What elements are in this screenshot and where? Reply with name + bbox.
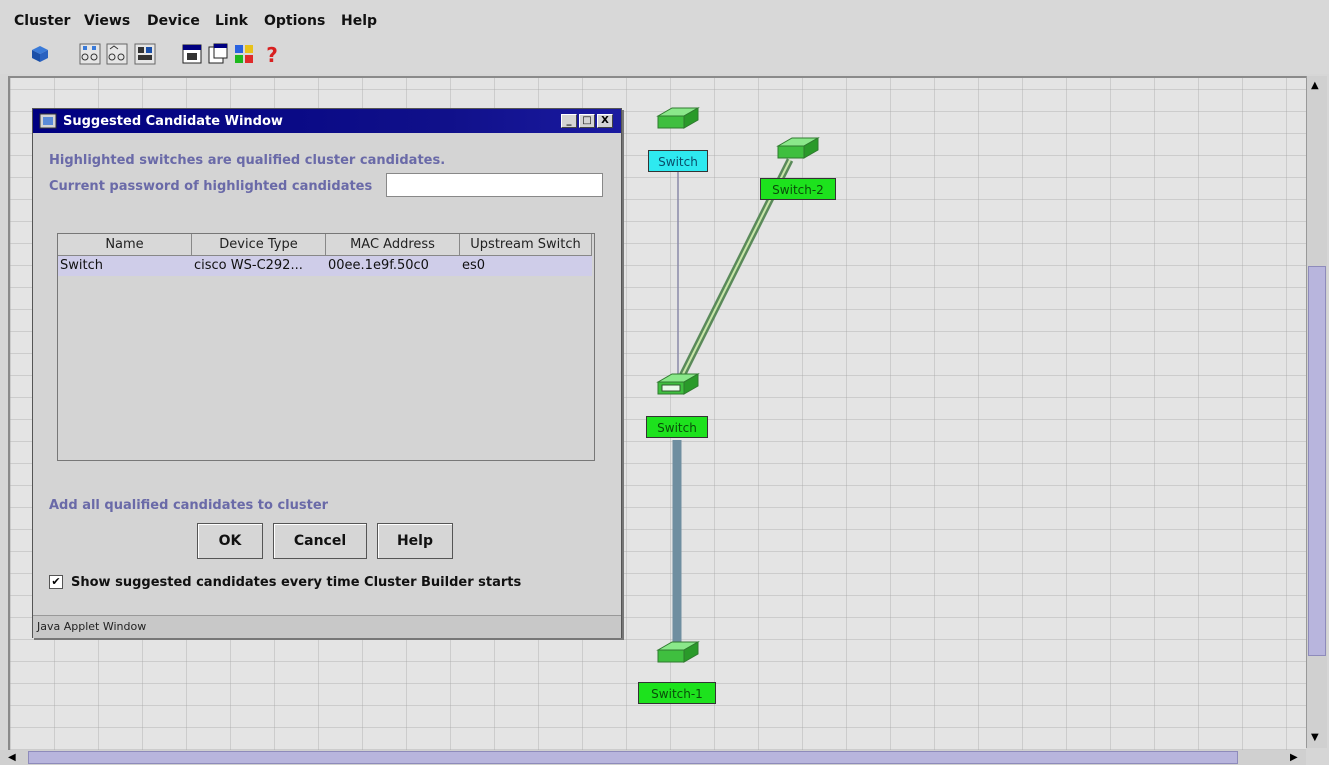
add-all-label: Add all qualified candidates to cluster — [49, 498, 329, 513]
menu-device[interactable]: Device — [147, 13, 200, 29]
vertical-scrollbar[interactable]: ▲ ▼ — [1306, 76, 1327, 748]
menu-cluster[interactable]: Cluster — [14, 13, 70, 29]
column-header-name[interactable]: Name — [58, 234, 192, 256]
show-candidates-label: Show suggested candidates every time Clu… — [71, 575, 522, 590]
menu-views[interactable]: Views — [84, 13, 130, 29]
node-label-switch-command[interactable]: Switch — [646, 416, 708, 438]
show-candidates-checkbox[interactable]: ✔ — [49, 575, 63, 589]
devices-icon[interactable] — [133, 42, 157, 66]
node-label-switch-2[interactable]: Switch-2 — [760, 178, 836, 200]
applet-status-text: Java Applet Window — [37, 620, 147, 633]
horizontal-scroll-thumb[interactable] — [28, 751, 1238, 764]
menu-help[interactable]: Help — [341, 13, 377, 29]
node-label-switch-1[interactable]: Switch-1 — [638, 682, 716, 704]
properties-icon[interactable] — [206, 42, 230, 66]
app-icon — [39, 113, 57, 129]
switch-1-icon[interactable] — [656, 638, 700, 668]
candidate-table: Name Device Type MAC Address Upstream Sw… — [57, 233, 595, 461]
scroll-left-icon[interactable]: ◀ — [8, 752, 16, 764]
cell-name: Switch — [60, 258, 103, 273]
applet-status-bar: Java Applet Window — [33, 615, 621, 638]
cancel-button[interactable]: Cancel — [273, 523, 367, 559]
menu-options[interactable]: Options — [264, 13, 325, 29]
cell-device-type: cisco WS-C292... — [194, 258, 303, 273]
vertical-scroll-thumb[interactable] — [1308, 266, 1326, 656]
table-row[interactable]: Switch cisco WS-C292... 00ee.1e9f.50c0 e… — [58, 256, 592, 276]
scroll-up-icon[interactable]: ▲ — [1311, 80, 1319, 92]
column-header-device-type[interactable]: Device Type — [192, 234, 326, 256]
window-icon[interactable] — [180, 42, 204, 66]
horizontal-scrollbar[interactable]: ◀ ▶ — [0, 750, 1306, 765]
help-icon[interactable]: ? — [260, 42, 284, 66]
toolbar: ? — [0, 38, 1329, 74]
node-label-switch-top[interactable]: Switch — [648, 150, 708, 172]
help-button[interactable]: Help — [377, 523, 453, 559]
legend-icon[interactable] — [232, 42, 256, 66]
svg-text:?: ? — [266, 43, 278, 66]
menu-bar: Cluster Views Device Link Options Help — [0, 0, 1329, 38]
close-button[interactable]: X — [597, 114, 613, 128]
dialog-titlebar[interactable]: Suggested Candidate Window _ □ X — [33, 109, 621, 133]
password-input[interactable] — [386, 173, 603, 197]
cell-mac-address: 00ee.1e9f.50c0 — [328, 258, 429, 273]
link-graph-2-icon[interactable] — [105, 42, 129, 66]
suggested-candidate-dialog: Suggested Candidate Window _ □ X Highlig… — [32, 108, 622, 638]
cell-upstream-switch: es0 — [462, 258, 486, 273]
switch-2-icon[interactable] — [776, 134, 820, 164]
switch-command-icon[interactable] — [656, 370, 700, 400]
scroll-down-icon[interactable]: ▼ — [1311, 732, 1319, 744]
scroll-right-icon[interactable]: ▶ — [1290, 752, 1298, 764]
switch-icon[interactable] — [656, 104, 700, 134]
column-header-upstream-switch[interactable]: Upstream Switch — [460, 234, 592, 256]
minimize-button[interactable]: _ — [561, 114, 577, 128]
column-header-mac-address[interactable]: MAC Address — [326, 234, 460, 256]
cluster-icon[interactable] — [28, 42, 52, 66]
dialog-title: Suggested Candidate Window — [63, 114, 283, 129]
info-text: Highlighted switches are qualified clust… — [49, 153, 446, 168]
ok-button[interactable]: OK — [197, 523, 263, 559]
menu-link[interactable]: Link — [215, 13, 248, 29]
password-label: Current password of highlighted candidat… — [49, 179, 373, 194]
link-graph-icon[interactable] — [78, 42, 102, 66]
maximize-button[interactable]: □ — [579, 114, 595, 128]
